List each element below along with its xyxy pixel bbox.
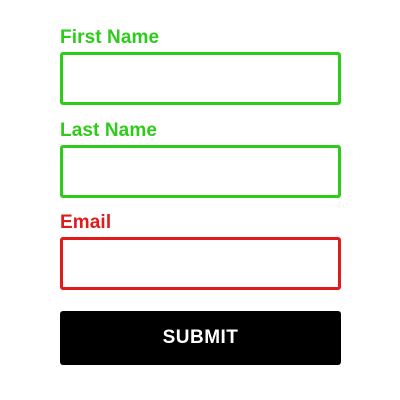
first-name-input[interactable] — [60, 52, 341, 105]
last-name-input[interactable] — [60, 145, 341, 198]
email-input[interactable] — [60, 237, 341, 290]
first-name-label: First Name — [60, 27, 160, 48]
submit-button[interactable]: SUBMIT — [60, 311, 341, 365]
email-label: Email — [60, 212, 112, 233]
signup-form: First Name Last Name Email SUBMIT — [0, 0, 400, 400]
last-name-label: Last Name — [60, 120, 157, 141]
